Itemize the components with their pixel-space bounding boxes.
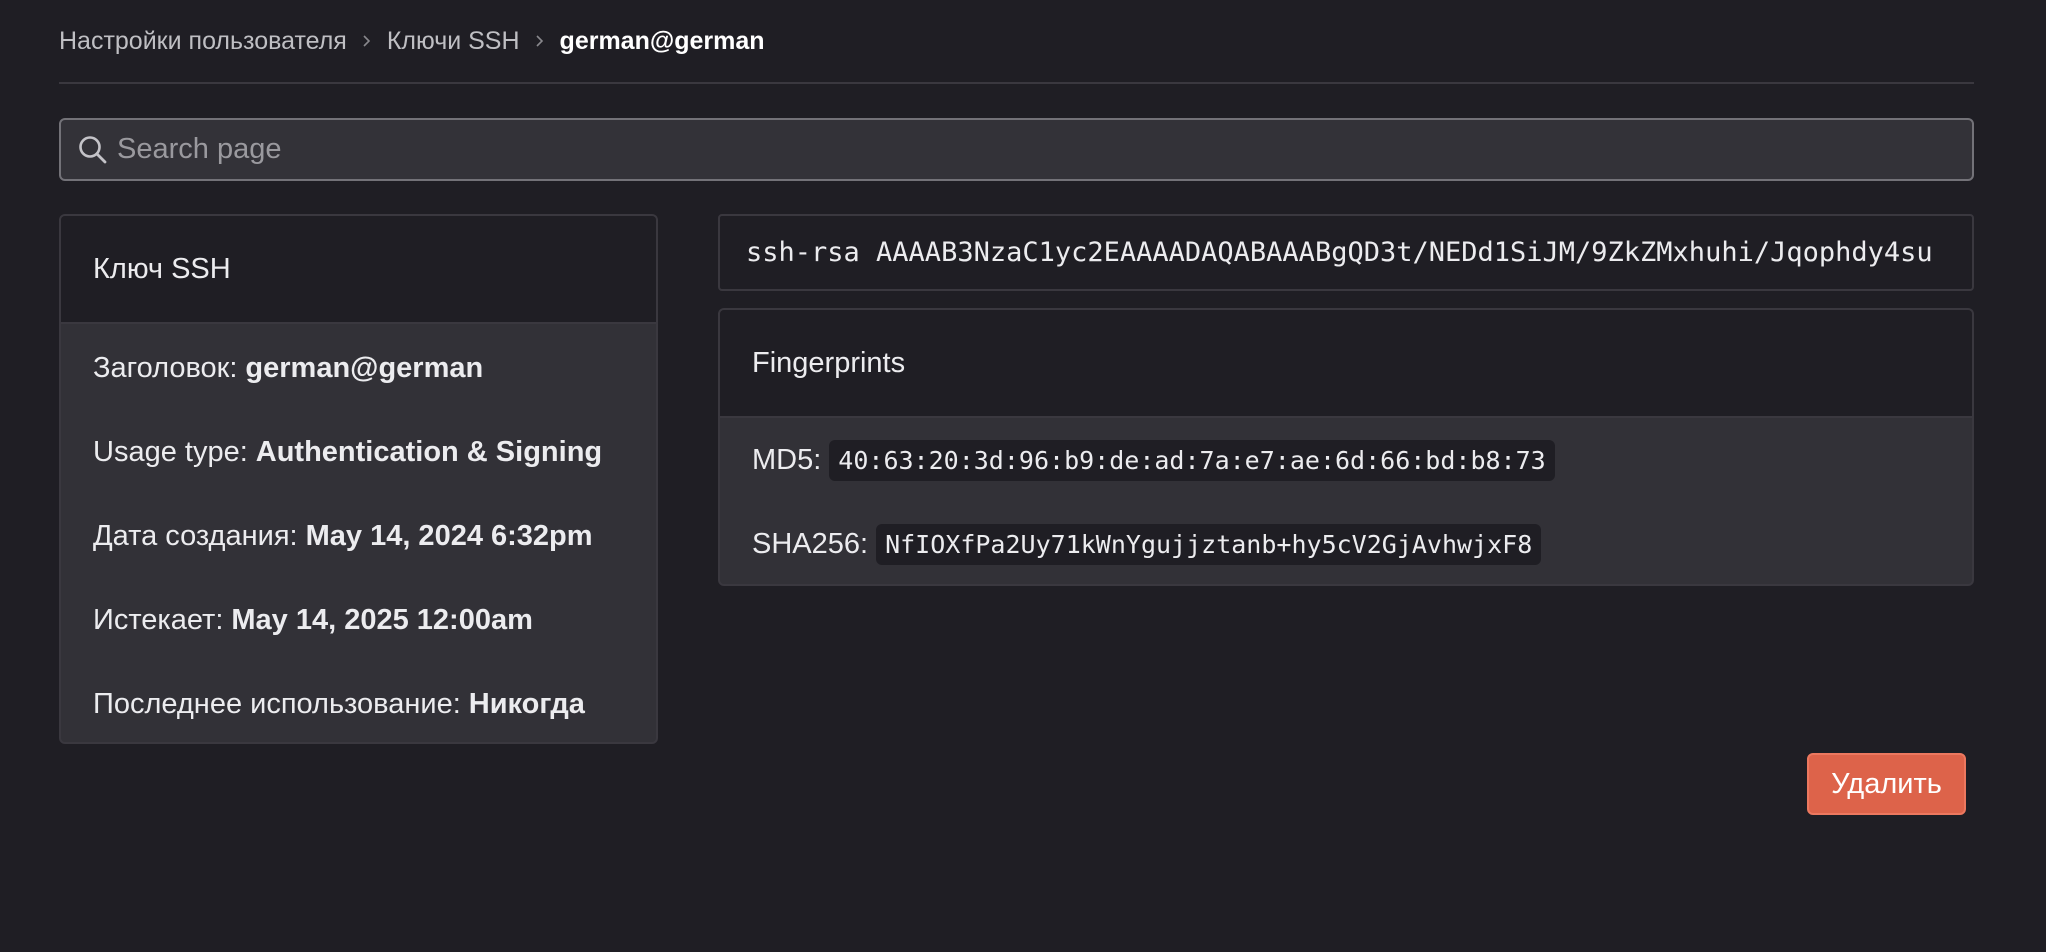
fingerprint-label: SHA256: xyxy=(752,527,869,560)
detail-label: Usage type: xyxy=(93,435,248,468)
detail-label: Заголовок: xyxy=(93,351,238,384)
ssh-key-details: Заголовок: german@german Usage type: Aut… xyxy=(61,326,656,742)
ssh-key-value: ssh-rsa AAAAB3NzaC1yc2EAAAADAQABAAABgQD3… xyxy=(746,237,1933,268)
detail-value: german@german xyxy=(245,351,484,384)
breadcrumb: Настройки пользователя Ключи SSH german@… xyxy=(59,0,1974,84)
search-input[interactable] xyxy=(117,133,1972,166)
chevron-right-icon xyxy=(347,34,387,48)
detail-label: Дата создания: xyxy=(93,519,298,552)
fingerprint-value: NfIOXfPa2Uy71kWnYgujjztanb+hy5cV2GjAvhwj… xyxy=(876,523,1542,565)
detail-usage-type: Usage type: Authentication & Signing xyxy=(93,410,624,494)
breadcrumb-ssh-keys[interactable]: Ключи SSH xyxy=(387,27,520,56)
fingerprints-card: Fingerprints MD5: 40:63:20:3d:96:b9:de:a… xyxy=(718,308,1974,586)
breadcrumb-user-settings[interactable]: Настройки пользователя xyxy=(59,27,347,56)
detail-label: Истекает: xyxy=(93,603,224,636)
search-box[interactable] xyxy=(59,118,1974,181)
ssh-key-text[interactable]: ssh-rsa AAAAB3NzaC1yc2EAAAADAQABAAABgQD3… xyxy=(718,214,1974,291)
ssh-key-card: Ключ SSH Заголовок: german@german Usage … xyxy=(59,214,658,744)
detail-title: Заголовок: german@german xyxy=(93,326,624,410)
chevron-right-icon xyxy=(520,34,560,48)
detail-value: May 14, 2025 12:00am xyxy=(231,603,533,636)
detail-created: Дата создания: May 14, 2024 6:32pm xyxy=(93,494,624,578)
search-icon xyxy=(75,132,111,168)
page: Настройки пользователя Ключи SSH german@… xyxy=(59,0,1974,744)
ssh-key-card-title: Ключ SSH xyxy=(61,216,656,324)
fingerprint-md5: MD5: 40:63:20:3d:96:b9:de:ad:7a:e7:ae:6d… xyxy=(720,418,1972,502)
detail-value: Authentication & Signing xyxy=(255,435,603,468)
fingerprints-title: Fingerprints xyxy=(720,310,1972,418)
detail-value: May 14, 2024 6:32pm xyxy=(305,519,593,552)
detail-label: Последнее использование: xyxy=(93,687,461,720)
fingerprint-value: 40:63:20:3d:96:b9:de:ad:7a:e7:ae:6d:66:b… xyxy=(829,439,1555,481)
detail-expires: Истекает: May 14, 2025 12:00am xyxy=(93,578,624,662)
breadcrumb-current[interactable]: german@german xyxy=(560,27,765,56)
delete-button[interactable]: Удалить xyxy=(1807,753,1966,815)
fingerprint-label: MD5: xyxy=(752,443,822,476)
detail-last-used: Последнее использование: Никогда xyxy=(93,662,624,742)
detail-value: Никогда xyxy=(468,687,585,720)
fingerprint-sha256: SHA256: NfIOXfPa2Uy71kWnYgujjztanb+hy5cV… xyxy=(720,502,1972,584)
